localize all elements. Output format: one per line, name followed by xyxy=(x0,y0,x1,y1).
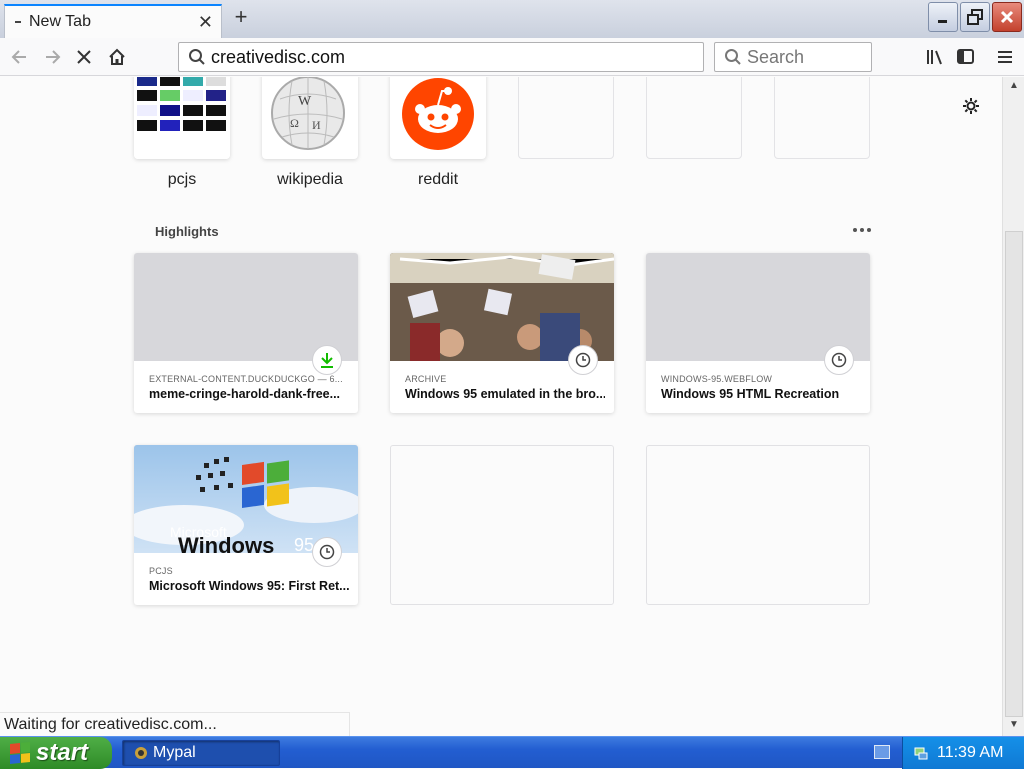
taskbar-item-label: Mypal xyxy=(153,744,196,761)
window-controls xyxy=(928,2,1022,32)
minimize-icon xyxy=(938,20,947,23)
mypal-app-icon xyxy=(135,747,147,759)
scroll-thumb[interactable] xyxy=(1005,231,1023,717)
stop-button[interactable] xyxy=(70,43,98,71)
navigation-toolbar: creativedisc.com Search xyxy=(0,38,1024,76)
windows-taskbar: start Mypal 11:39 AM xyxy=(0,736,1024,769)
card-source: EXTERNAL-CONTENT.DUCKDUCKGO — 6... xyxy=(149,374,343,384)
customize-settings-button[interactable] xyxy=(962,97,980,120)
svg-text:И: И xyxy=(312,118,321,132)
sidebar-button[interactable] xyxy=(953,44,979,70)
search-icon xyxy=(725,49,741,65)
clock-icon xyxy=(831,352,847,368)
back-arrow-icon xyxy=(11,50,26,64)
card-source: ARCHIVE xyxy=(405,374,447,384)
top-site-thumbnail xyxy=(134,77,230,159)
card-title: meme-cringe-harold-dank-free... xyxy=(149,387,341,401)
restore-button[interactable] xyxy=(960,2,990,32)
top-site-empty xyxy=(518,77,614,159)
card-title: Windows 95 HTML Recreation xyxy=(661,387,840,401)
pcjs-thumbnail-icon xyxy=(134,77,230,159)
svg-text:W: W xyxy=(298,94,312,109)
highlights-more-button[interactable] xyxy=(852,217,872,238)
card-source: WINDOWS-95.WEBFLOW xyxy=(661,374,773,384)
gear-icon xyxy=(963,98,979,114)
clock-badge xyxy=(824,345,854,375)
new-tab-button[interactable]: + xyxy=(230,6,252,30)
minimize-button[interactable] xyxy=(928,2,958,32)
highlight-card[interactable]: ARCHIVE Windows 95 emulated in the bro..… xyxy=(390,253,614,413)
top-site-pcjs[interactable]: pcjs xyxy=(134,77,230,189)
new-tab-page: pcjs W Ω И wikipedia reddit Highlights E… xyxy=(0,77,1002,736)
system-tray: 11:39 AM xyxy=(902,737,1024,769)
page-scrollbar[interactable]: ▲ ▼ xyxy=(1002,77,1024,736)
restore-icon xyxy=(967,9,983,25)
tab-loading-icon xyxy=(15,21,21,23)
card-title: Windows 95 emulated in the bro... xyxy=(405,387,605,401)
start-button[interactable]: start xyxy=(0,737,112,769)
home-icon xyxy=(109,48,125,65)
more-dots-icon xyxy=(853,228,871,232)
top-site-thumbnail: W Ω И xyxy=(262,77,358,159)
start-label: start xyxy=(36,739,89,766)
highlight-card[interactable]: EXTERNAL-CONTENT.DUCKDUCKGO — 6... meme-… xyxy=(134,253,358,413)
card-title: Microsoft Windows 95: First Ret... xyxy=(149,579,349,593)
taskbar-item-mypal[interactable]: Mypal xyxy=(122,740,280,766)
title-bar: New Tab ✕ + xyxy=(0,0,1024,38)
home-button[interactable] xyxy=(103,43,131,71)
top-site-empty xyxy=(774,77,870,159)
tab-new-tab[interactable]: New Tab ✕ xyxy=(4,4,222,38)
highlights-heading: Highlights xyxy=(155,224,219,239)
clock-text: 11:39 AM xyxy=(937,744,1004,761)
svg-text:Windows: Windows xyxy=(178,533,274,553)
top-site-wikipedia[interactable]: W Ω И wikipedia xyxy=(262,77,358,189)
top-site-label: reddit xyxy=(417,171,459,188)
clock-icon xyxy=(319,544,335,560)
clock-icon xyxy=(575,352,591,368)
top-site-thumbnail xyxy=(390,77,486,159)
forward-button[interactable] xyxy=(38,43,66,71)
search-placeholder: Search xyxy=(747,46,805,67)
scroll-down-arrow-icon[interactable]: ▼ xyxy=(1005,716,1023,734)
library-icon xyxy=(927,50,942,65)
highlight-placeholder xyxy=(390,445,614,605)
network-tray-icon xyxy=(914,747,928,760)
svg-text:95: 95 xyxy=(294,535,314,553)
highlight-card[interactable]: WINDOWS-95.WEBFLOW Windows 95 HTML Recre… xyxy=(646,253,870,413)
scroll-up-arrow-icon[interactable]: ▲ xyxy=(1005,77,1023,95)
close-icon xyxy=(1000,10,1014,24)
wikipedia-globe-icon: W Ω И xyxy=(271,77,345,150)
forward-arrow-icon xyxy=(46,50,61,64)
close-button[interactable] xyxy=(992,2,1022,32)
url-text: creativedisc.com xyxy=(211,46,346,67)
hamburger-menu-icon xyxy=(998,51,1012,63)
svg-text:Ω: Ω xyxy=(290,116,299,130)
download-badge xyxy=(312,345,342,375)
clock-badge xyxy=(312,537,342,567)
back-button[interactable] xyxy=(6,43,34,71)
keyboard-layout-icon[interactable] xyxy=(874,745,890,759)
top-site-label: pcjs xyxy=(167,171,197,188)
top-site-label: wikipedia xyxy=(277,171,343,188)
sidebar-icon xyxy=(957,49,974,64)
search-bar[interactable]: Search xyxy=(714,42,872,72)
search-icon xyxy=(189,49,205,65)
top-site-empty xyxy=(646,77,742,159)
highlight-placeholder xyxy=(646,445,870,605)
url-bar[interactable]: creativedisc.com xyxy=(178,42,704,72)
stop-x-icon xyxy=(77,50,91,64)
status-text: Waiting for creativedisc.com... xyxy=(0,712,350,736)
clock-badge xyxy=(568,345,598,375)
tab-title: New Tab xyxy=(29,13,91,30)
menu-button[interactable] xyxy=(992,44,1018,70)
top-site-reddit[interactable]: reddit xyxy=(390,77,486,189)
card-source: PCJS xyxy=(149,566,173,576)
reddit-logo-icon xyxy=(402,78,474,150)
windows-flag-icon xyxy=(10,741,30,765)
download-icon xyxy=(321,353,333,368)
library-button[interactable] xyxy=(922,44,948,70)
tab-close-icon[interactable]: ✕ xyxy=(198,12,213,33)
highlight-card[interactable]: Microsoft Windows 95 PCJS Microsoft Wind… xyxy=(134,445,358,605)
